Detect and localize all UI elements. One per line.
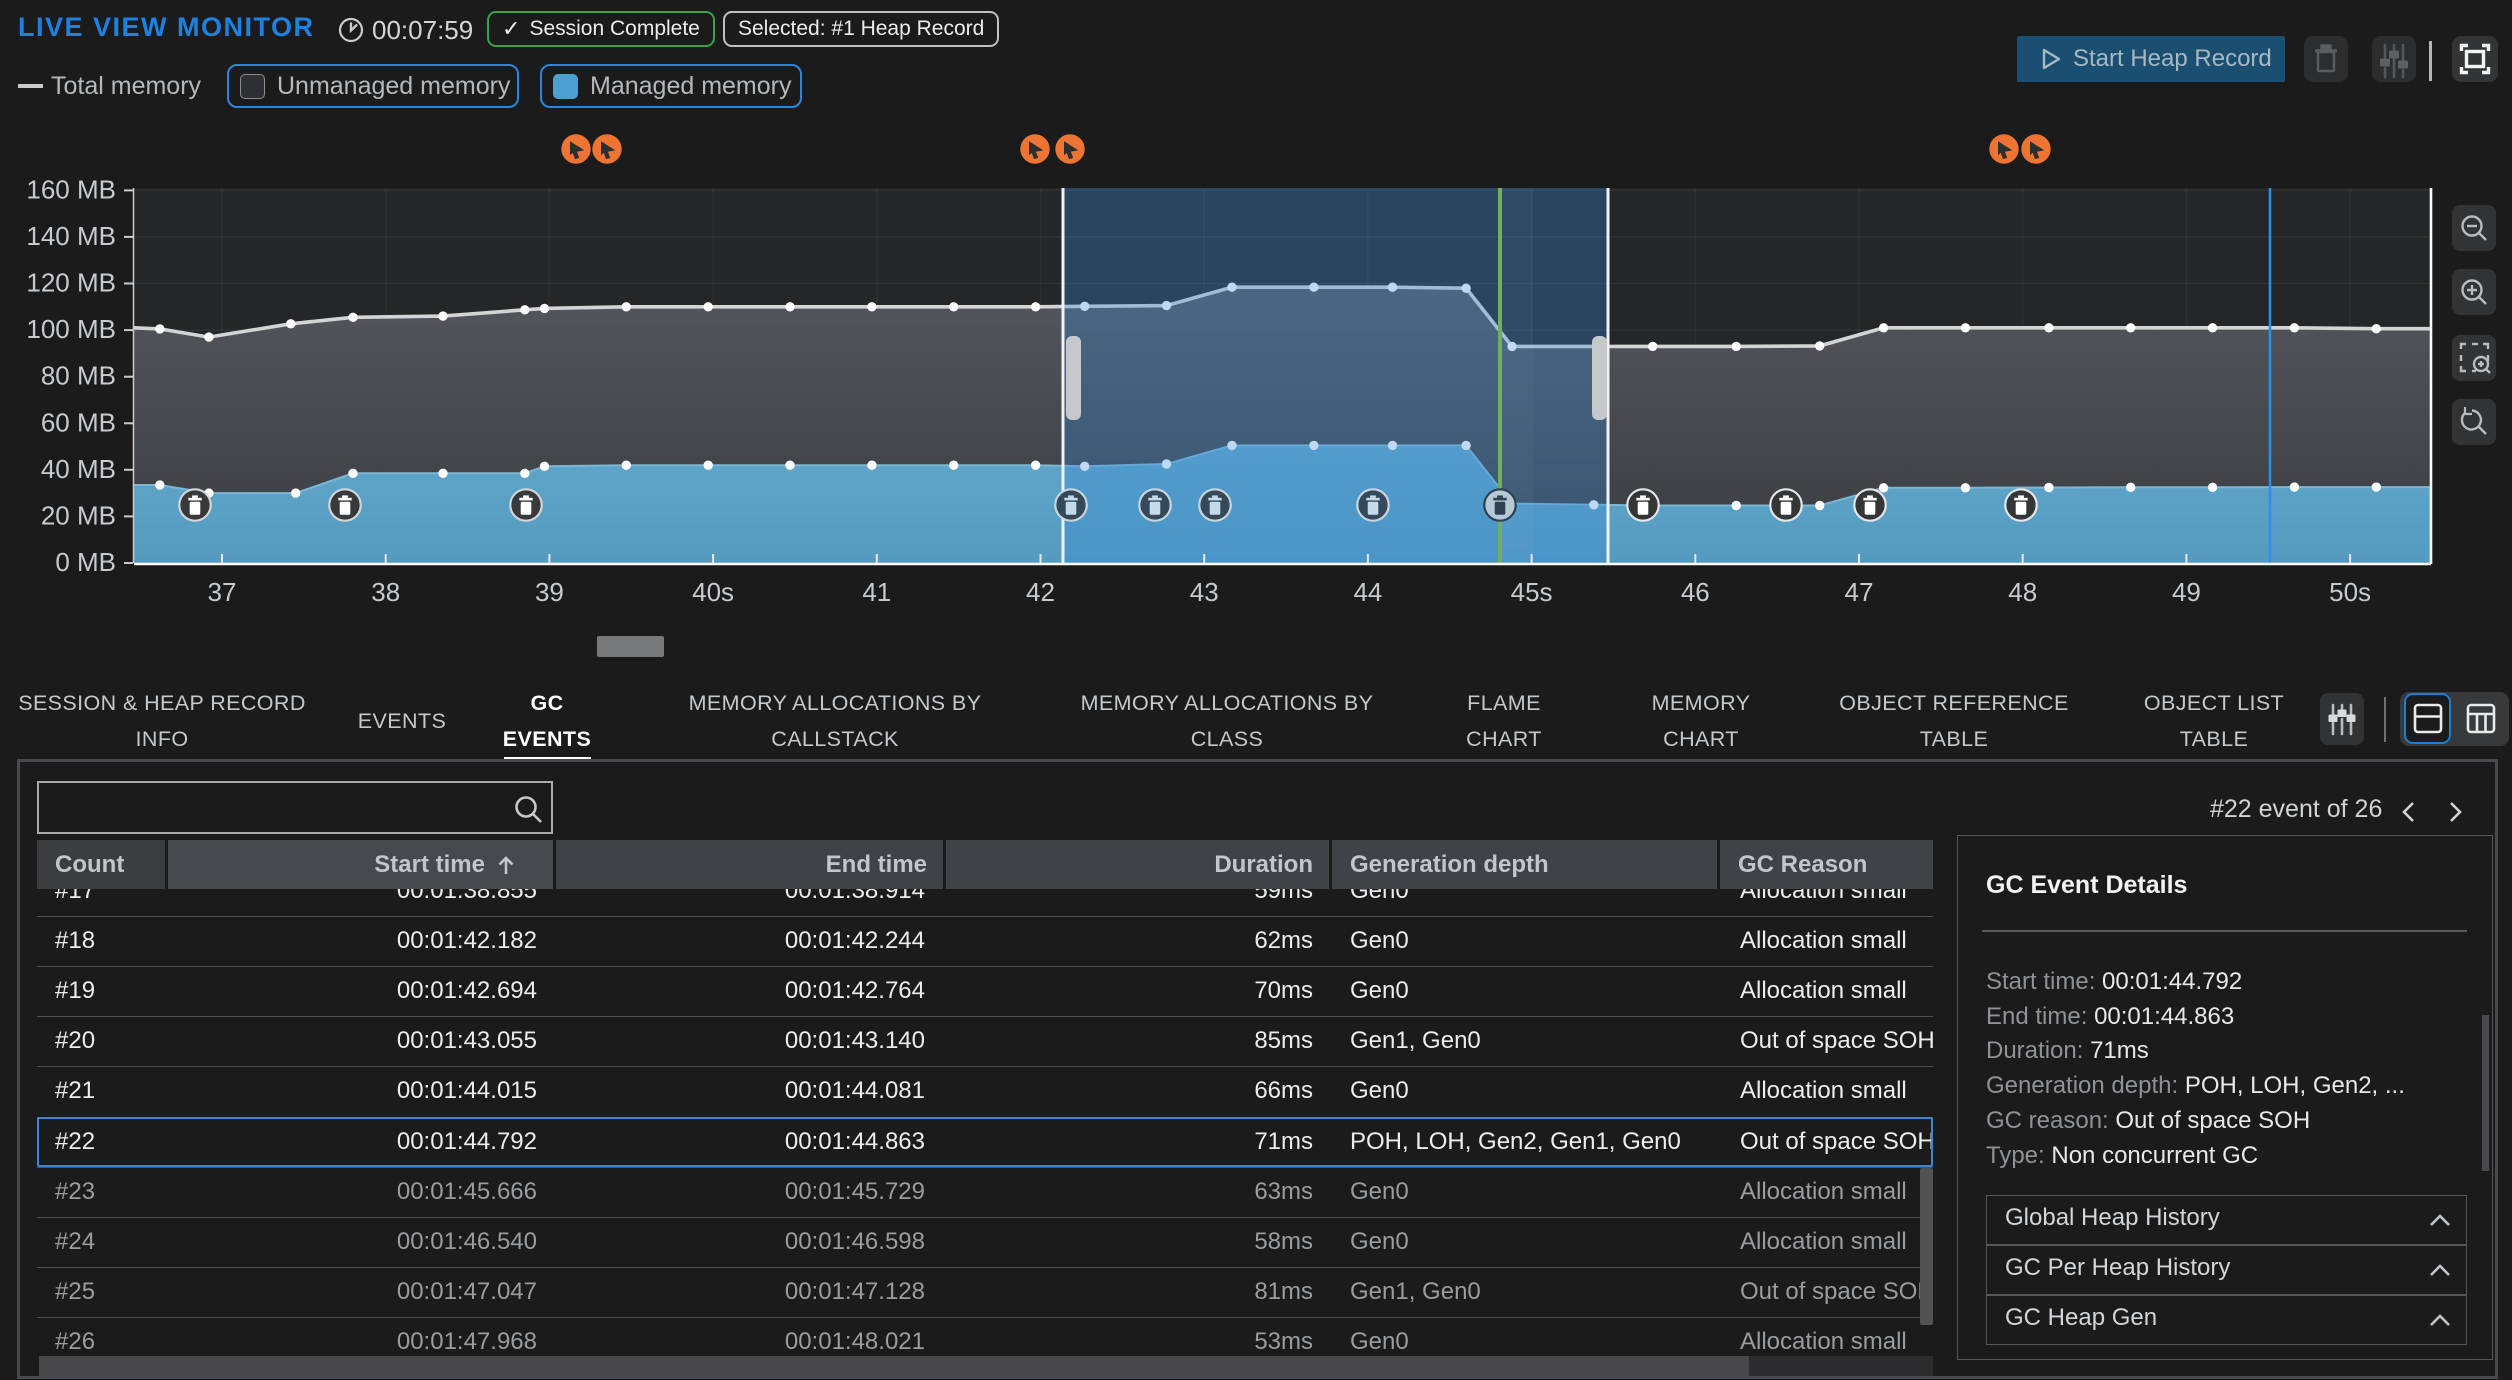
svg-text:48: 48 [2008,577,2037,607]
svg-text:45s: 45s [1511,577,1553,607]
svg-text:38: 38 [371,577,400,607]
svg-text:37: 37 [208,577,237,607]
svg-text:0 MB: 0 MB [55,547,116,577]
svg-text:46: 46 [1681,577,1710,607]
svg-text:120 MB: 120 MB [26,268,116,298]
svg-text:49: 49 [2172,577,2201,607]
svg-text:140 MB: 140 MB [26,221,116,251]
svg-text:43: 43 [1190,577,1219,607]
svg-text:42: 42 [1026,577,1055,607]
svg-text:60 MB: 60 MB [41,407,116,437]
svg-text:100 MB: 100 MB [26,314,116,344]
svg-text:47: 47 [1845,577,1874,607]
svg-text:44: 44 [1353,577,1382,607]
svg-text:40 MB: 40 MB [41,454,116,484]
svg-text:50s: 50s [2329,577,2371,607]
svg-text:41: 41 [862,577,891,607]
svg-text:80 MB: 80 MB [41,361,116,391]
svg-text:160 MB: 160 MB [26,174,116,204]
svg-text:39: 39 [535,577,564,607]
svg-text:20 MB: 20 MB [41,500,116,530]
svg-text:40s: 40s [692,577,734,607]
